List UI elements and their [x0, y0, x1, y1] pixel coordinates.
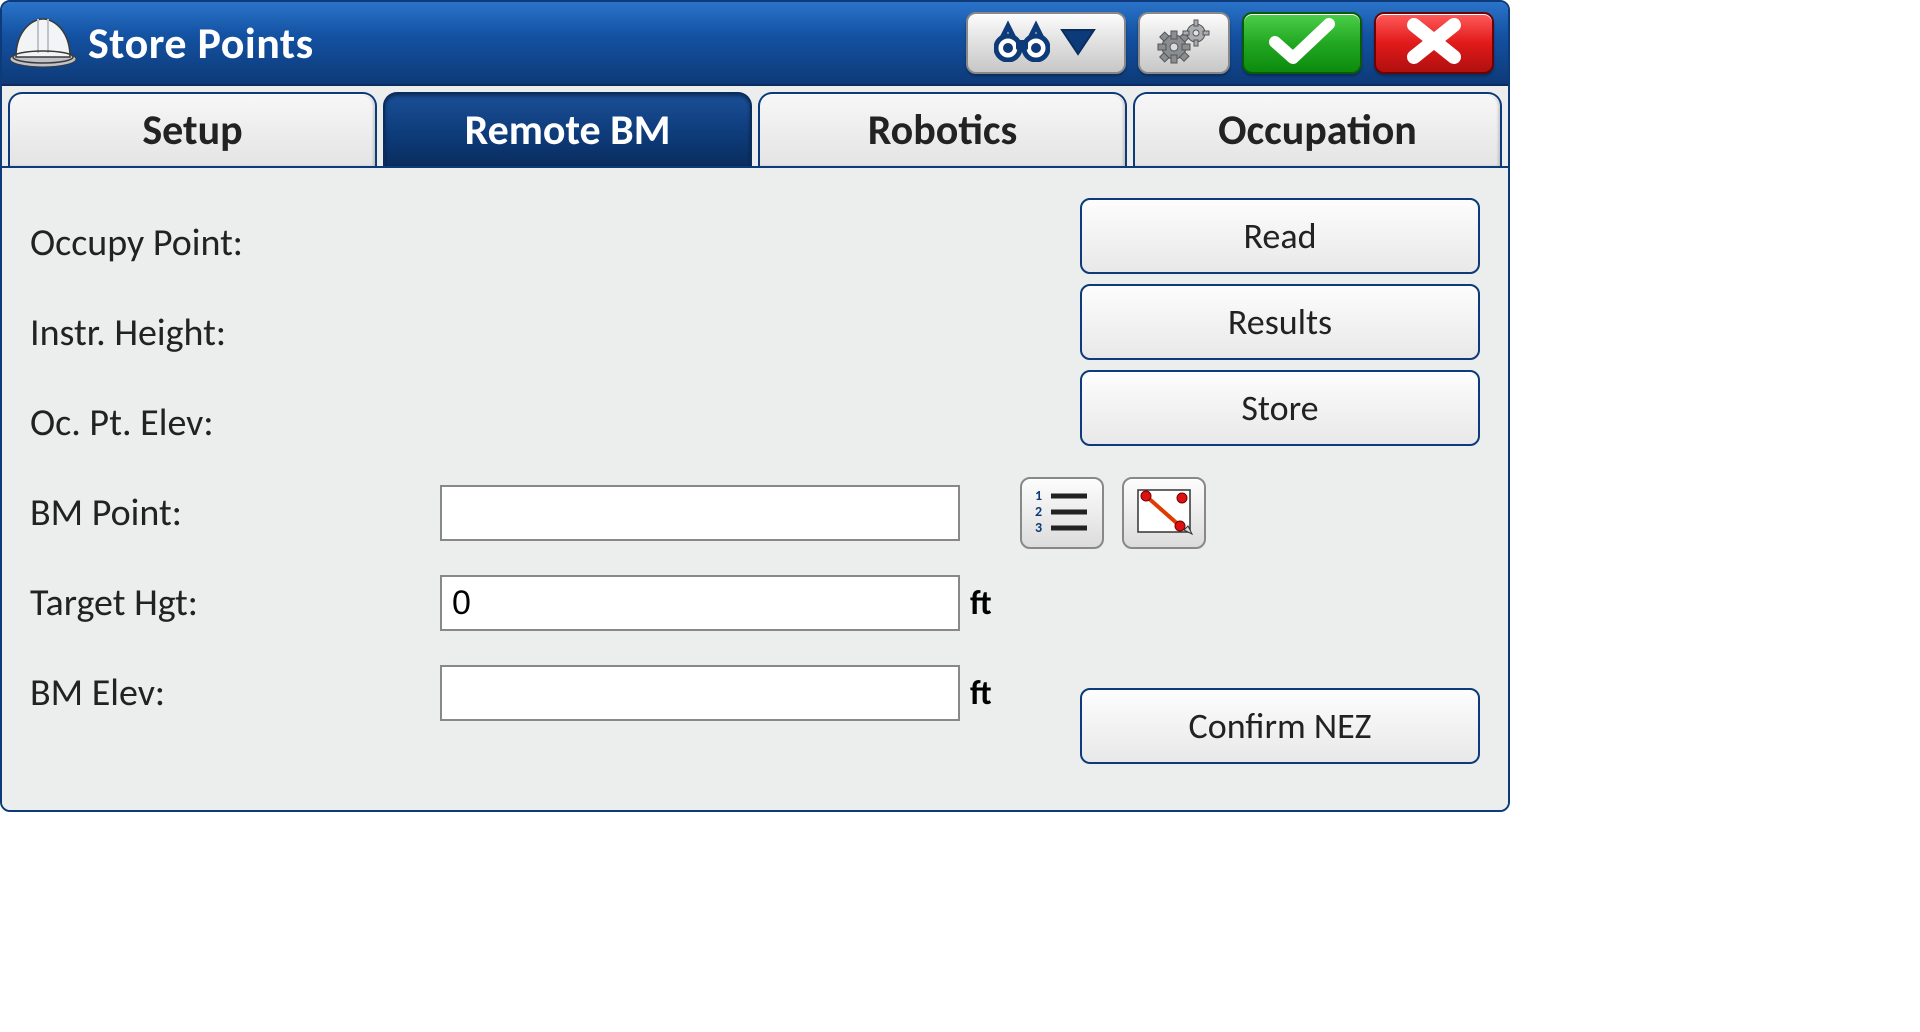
bm-elev-input[interactable]	[440, 665, 960, 721]
gears-icon	[1154, 17, 1214, 70]
button-label: Store	[1241, 386, 1318, 430]
bm-point-extras: 1 2 3	[1020, 477, 1480, 549]
tab-remote-bm[interactable]: Remote BM	[383, 92, 752, 166]
read-button[interactable]: Read	[1080, 198, 1480, 274]
title-left: Store Points	[8, 13, 314, 74]
target-hgt-unit: ft	[970, 583, 1010, 624]
label-oc-pt-elev: Oc. Pt. Elev:	[30, 400, 430, 446]
map-pick-button[interactable]	[1122, 477, 1206, 549]
triangle-down-icon	[1058, 24, 1098, 63]
results-button[interactable]: Results	[1080, 284, 1480, 360]
svg-text:2: 2	[1035, 503, 1042, 520]
tab-bar: Setup Remote BM Robotics Occupation	[2, 86, 1508, 168]
button-label: Results	[1228, 300, 1332, 344]
app-window: Store Points	[0, 0, 1510, 812]
tab-label: Robotics	[868, 105, 1018, 156]
title-bar: Store Points	[2, 2, 1508, 86]
title-actions	[966, 12, 1494, 74]
confirm-nez-button[interactable]: Confirm NEZ	[1080, 688, 1480, 764]
cancel-button[interactable]	[1374, 12, 1494, 74]
side-button-column: Read Results Store	[1080, 198, 1480, 446]
map-points-icon	[1134, 486, 1194, 541]
target-hgt-input[interactable]	[440, 575, 960, 631]
tab-label: Setup	[142, 105, 242, 156]
bm-elev-unit: ft	[970, 673, 1010, 714]
numbered-list-icon: 1 2 3	[1033, 486, 1091, 541]
close-x-icon	[1404, 17, 1464, 70]
label-bm-elev: BM Elev:	[30, 670, 430, 716]
tab-robotics[interactable]: Robotics	[758, 92, 1127, 166]
label-bm-point: BM Point:	[30, 490, 430, 536]
button-label: Read	[1244, 214, 1317, 258]
label-occupy-point: Occupy Point:	[30, 220, 430, 266]
form-body: Read Results Store Occupy Point: Instr. …	[2, 168, 1508, 810]
store-button[interactable]: Store	[1080, 370, 1480, 446]
tab-label: Remote BM	[465, 105, 671, 156]
row-target-hgt: Target Hgt: ft	[30, 558, 1480, 648]
label-target-hgt: Target Hgt:	[30, 580, 430, 626]
confirm-row: Confirm NEZ	[1080, 688, 1480, 764]
row-bm-point: BM Point: 1 2 3	[30, 468, 1480, 558]
label-instr-height: Instr. Height:	[30, 310, 430, 356]
svg-text:3: 3	[1035, 519, 1042, 536]
ok-button[interactable]	[1242, 12, 1362, 74]
binoculars-icon	[994, 20, 1050, 67]
search-binoculars-button[interactable]	[966, 12, 1126, 74]
hardhat-icon	[8, 13, 78, 74]
bm-point-input[interactable]	[440, 485, 960, 541]
check-icon	[1267, 16, 1337, 71]
tab-label: Occupation	[1218, 105, 1417, 156]
tab-setup[interactable]: Setup	[8, 92, 377, 166]
button-label: Confirm NEZ	[1189, 704, 1372, 748]
settings-button[interactable]	[1138, 12, 1230, 74]
page-title: Store Points	[88, 16, 314, 70]
point-list-button[interactable]: 1 2 3	[1020, 477, 1104, 549]
svg-text:1: 1	[1035, 487, 1042, 504]
tab-occupation[interactable]: Occupation	[1133, 92, 1502, 166]
